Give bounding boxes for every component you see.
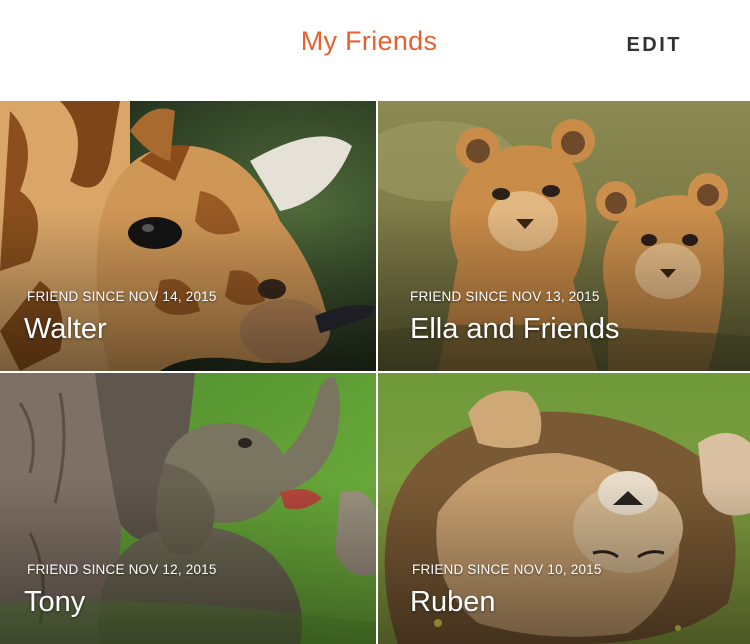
friend-tile-ella-and-friends[interactable]: FRIEND SINCE NOV 13, 2015 Ella and Frien… <box>378 101 750 371</box>
edit-button[interactable]: EDIT <box>626 34 682 57</box>
friend-tile-walter[interactable]: FRIEND SINCE NOV 14, 2015 Walter <box>0 101 376 371</box>
friend-tile-ruben[interactable]: FRIEND SINCE NOV 10, 2015 Ruben <box>378 373 750 644</box>
friend-name: Tony <box>24 586 86 618</box>
friend-since-label: FRIEND SINCE NOV 10, 2015 <box>412 562 602 577</box>
friend-since-label: FRIEND SINCE NOV 13, 2015 <box>410 289 600 304</box>
friends-grid: FRIEND SINCE NOV 14, 2015 Walter FRIEND … <box>0 101 750 644</box>
friend-name: Walter <box>24 313 107 345</box>
friend-name: Ella and Friends <box>410 313 620 345</box>
friend-name: Ruben <box>410 586 496 618</box>
friend-since-label: FRIEND SINCE NOV 14, 2015 <box>27 289 217 304</box>
friend-since-label: FRIEND SINCE NOV 12, 2015 <box>27 562 217 577</box>
nav-bar: My Friends EDIT <box>0 0 750 100</box>
friend-tile-tony[interactable]: FRIEND SINCE NOV 12, 2015 Tony <box>0 373 376 644</box>
